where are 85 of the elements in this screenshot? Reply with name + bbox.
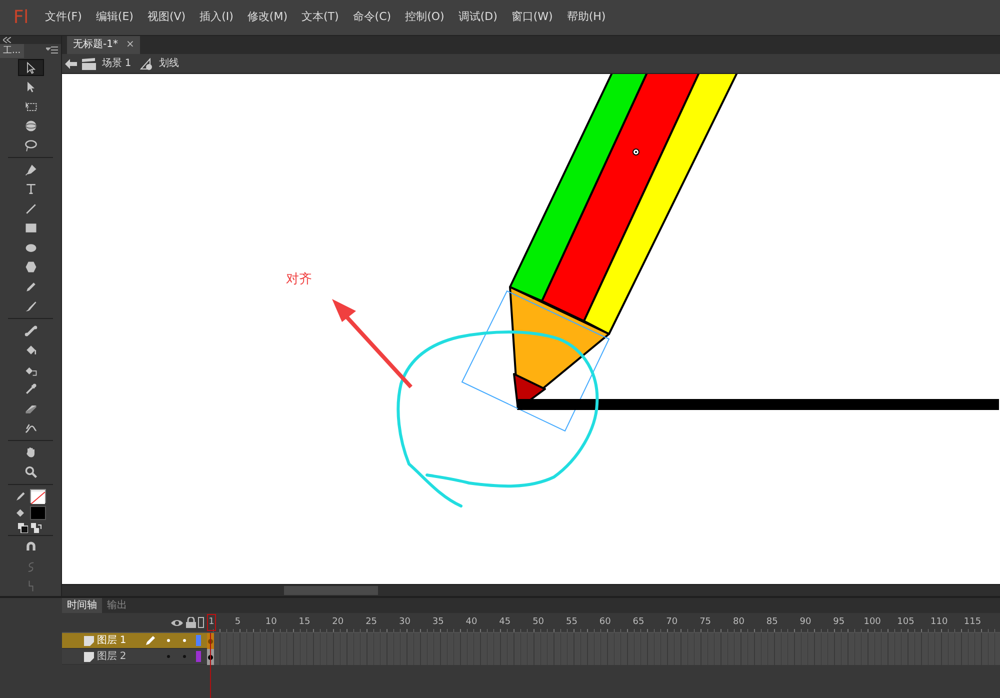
- sphere-icon: [24, 119, 38, 133]
- panel-tab[interactable]: 工...: [0, 44, 24, 58]
- frame-number: 55: [566, 616, 578, 629]
- frame-number: 50: [532, 616, 544, 629]
- pencil-icon: [144, 635, 156, 646]
- lasso-icon: [24, 138, 38, 152]
- outline-icon: [198, 617, 204, 628]
- swap-colors-button[interactable]: [30, 522, 43, 533]
- hexagon-icon: [24, 260, 38, 274]
- panel-menu-icon: [46, 46, 58, 54]
- frame-number: 85: [766, 616, 778, 629]
- layer-name: 图层 2: [96, 650, 128, 664]
- menu-item[interactable]: 文本(T): [294, 9, 346, 26]
- lock-icon: [186, 617, 196, 628]
- frame-number: 70: [666, 616, 678, 629]
- frame-number: 80: [733, 616, 744, 629]
- eyedropper-icon: [24, 382, 38, 396]
- frame-number: 95: [833, 616, 845, 629]
- pen-icon: [24, 162, 38, 177]
- frame-number: 35: [432, 616, 444, 629]
- frame-number: 45: [499, 616, 511, 629]
- panel-tab[interactable]: 时间轴: [62, 598, 102, 613]
- playhead-line: [210, 633, 211, 698]
- dot-icon: [183, 655, 186, 658]
- brush-icon: [24, 299, 38, 314]
- magnifier-icon: [24, 464, 38, 479]
- frame-number: 105: [897, 616, 914, 629]
- frame-number: 65: [632, 616, 644, 629]
- playhead[interactable]: 1: [207, 614, 216, 631]
- symbol-link[interactable]: 划线: [159, 56, 180, 71]
- menu-item[interactable]: 控制(O): [398, 9, 452, 26]
- dot-icon: [167, 639, 170, 642]
- menu-item[interactable]: 插入(I): [192, 9, 240, 26]
- pencil-icon: [24, 280, 38, 294]
- stroke-pencil-icon: [15, 490, 28, 502]
- horizontal-scrollbar[interactable]: [62, 584, 1000, 596]
- tool-button[interactable]: [18, 58, 44, 76]
- document-tab[interactable]: 无标题-1* ×: [67, 36, 140, 54]
- collapse-icon: [2, 36, 11, 43]
- menu-item[interactable]: 命令(C): [346, 9, 398, 26]
- rectangle-icon: [24, 221, 38, 236]
- document-tab-title: 无标题-1*: [73, 38, 118, 52]
- layer-row[interactable]: 图层 1: [62, 633, 1000, 649]
- menu-item[interactable]: 调试(D): [451, 9, 504, 26]
- symbol-icon: [140, 58, 154, 70]
- frame-number: 40: [466, 616, 478, 629]
- bone-icon: [24, 324, 38, 338]
- clapperboard-icon: [82, 58, 96, 70]
- frame-number: 60: [599, 616, 611, 629]
- close-button[interactable]: ×: [126, 36, 134, 54]
- dot-icon: [167, 655, 170, 658]
- dot-icon: [183, 639, 186, 642]
- hand-icon: [24, 445, 38, 460]
- scrollbar-thumb[interactable]: [284, 586, 378, 595]
- annotation-label: 对齐: [286, 272, 312, 287]
- default-colors-button[interactable]: [18, 522, 28, 533]
- stroke-color-swatch[interactable]: [30, 489, 46, 504]
- text-tool-icon: [24, 182, 38, 196]
- frame-number: 10: [265, 616, 277, 629]
- frame-number: 25: [366, 616, 378, 629]
- transform-icon: [24, 100, 38, 114]
- eye-icon: [170, 618, 183, 626]
- frame-number: 75: [700, 616, 712, 629]
- menu-item[interactable]: 修改(M): [240, 9, 294, 26]
- menu-item[interactable]: 编辑(E): [88, 9, 140, 26]
- frame-number: 90: [800, 616, 812, 629]
- menu-item[interactable]: 文件(F): [38, 9, 89, 26]
- frame-number: 20: [332, 616, 344, 629]
- frame-number: 110: [930, 616, 948, 629]
- frame-number: 115: [964, 616, 982, 629]
- fill-color-swatch[interactable]: [30, 506, 46, 520]
- menu-item[interactable]: 窗口(W): [504, 9, 560, 26]
- width-tool-icon: [24, 421, 38, 436]
- layer-row[interactable]: 图层 2: [62, 649, 1000, 665]
- layer-name: 图层 1: [96, 634, 128, 648]
- frame-number: 5: [234, 616, 241, 629]
- menu-item[interactable]: 帮助(H): [560, 9, 613, 26]
- frame-number: 30: [399, 616, 410, 629]
- menu-item[interactable]: 视图(V): [140, 9, 193, 26]
- line-icon: [24, 202, 38, 216]
- frame-number: 100: [864, 616, 881, 629]
- frame-number: 15: [298, 616, 310, 629]
- app-logo: Fl: [12, 6, 30, 30]
- back-arrow-icon: [64, 58, 77, 68]
- scene-link[interactable]: 场景 1: [102, 56, 132, 71]
